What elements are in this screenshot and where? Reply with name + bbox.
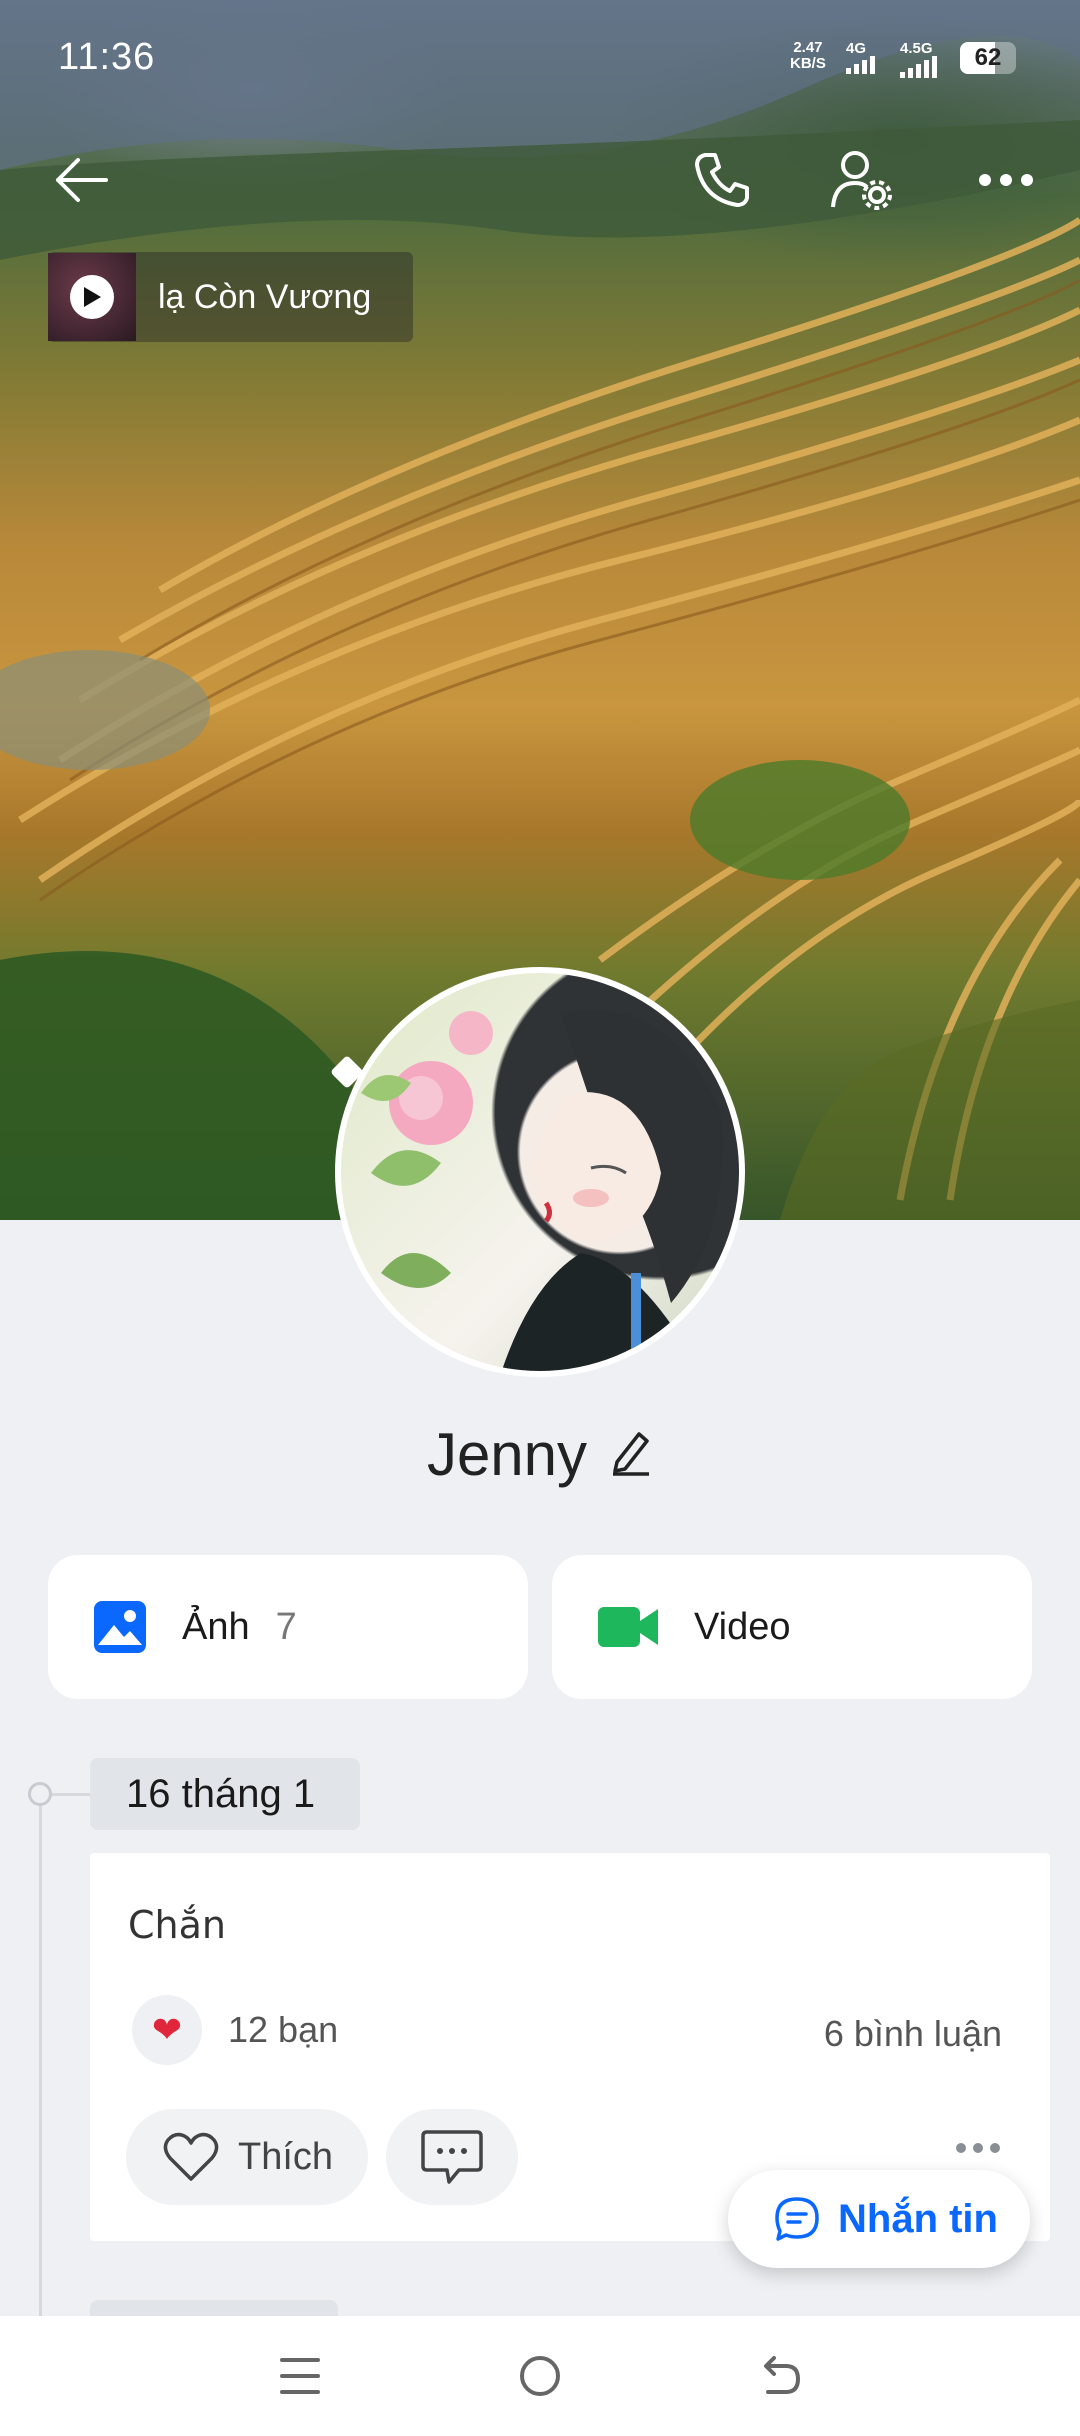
profile-settings-button[interactable] xyxy=(822,140,902,220)
status-time: 11:36 xyxy=(58,36,156,78)
home-circle-icon xyxy=(520,2356,560,2396)
heart-outline-icon xyxy=(163,2132,219,2181)
photo-icon xyxy=(94,1601,146,1653)
video-camera-icon xyxy=(598,1607,658,1647)
status-bar: 11:36 2.47 KB/S 4G 4.5G 62 xyxy=(0,0,1080,110)
user-settings-icon xyxy=(831,151,892,210)
timeline-dot xyxy=(28,1782,52,1806)
photos-count: 7 xyxy=(275,1605,297,1648)
more-icon xyxy=(979,174,1033,186)
system-back-button[interactable] xyxy=(735,2331,825,2421)
like-label: Thích xyxy=(238,2135,334,2178)
system-nav-bar xyxy=(0,2316,1080,2436)
recent-apps-button[interactable] xyxy=(255,2331,345,2421)
pencil-icon xyxy=(613,1432,650,1476)
battery-level: 62 xyxy=(974,44,1002,71)
chat-icon xyxy=(775,2197,819,2241)
reaction-count: 12 bạn xyxy=(228,2009,339,2050)
home-button[interactable] xyxy=(495,2331,585,2421)
message-button[interactable]: Nhắn tin xyxy=(728,2170,1030,2268)
comment-button[interactable] xyxy=(386,2109,518,2205)
comment-icon xyxy=(421,2130,483,2184)
photos-label: Ảnh xyxy=(182,1605,250,1648)
edit-name-button[interactable] xyxy=(609,1428,653,1481)
back-button[interactable] xyxy=(42,140,122,220)
profile-music[interactable]: lạ Còn Vương xyxy=(48,252,413,342)
comment-count[interactable]: 6 bình luận xyxy=(824,2013,1002,2055)
return-icon xyxy=(764,2356,801,2394)
signal-2-bars-icon xyxy=(900,56,937,78)
play-icon[interactable] xyxy=(70,275,114,319)
post-text: Chắn xyxy=(128,1903,226,1947)
music-thumbnail xyxy=(48,253,136,341)
video-label: Video xyxy=(694,1605,791,1648)
like-button[interactable]: Thích xyxy=(126,2109,368,2205)
signal-2-label: 4.5G xyxy=(900,40,933,57)
avatar[interactable] xyxy=(335,967,745,1377)
phone-icon xyxy=(695,153,749,207)
message-label: Nhắn tin xyxy=(838,2196,998,2241)
battery-icon: 62 xyxy=(960,42,1016,74)
network-speed-unit: KB/S xyxy=(790,55,826,72)
back-arrow-icon xyxy=(56,158,108,202)
video-card[interactable]: Video xyxy=(552,1555,1032,1699)
music-title: lạ Còn Vương xyxy=(158,277,372,316)
call-button[interactable] xyxy=(682,140,762,220)
avatar-illustration xyxy=(361,1010,723,1371)
more-button[interactable] xyxy=(966,140,1046,220)
timeline-date: 16 tháng 1 xyxy=(90,1758,360,1830)
network-speed-value: 2.47 xyxy=(793,39,823,56)
post-reactions[interactable]: ❤ 12 bạn xyxy=(132,1995,338,2065)
profile-name-row: Jenny xyxy=(0,1420,1080,1489)
profile-name: Jenny xyxy=(426,1421,588,1488)
signal-1-label: 4G xyxy=(846,40,867,57)
signal-1-bars-icon xyxy=(846,56,875,74)
timeline-connector xyxy=(52,1793,92,1796)
heart-reaction-icon: ❤ xyxy=(132,1995,202,2065)
menu-icon xyxy=(280,2358,320,2394)
photos-card[interactable]: Ảnh 7 xyxy=(48,1555,528,1699)
post-more-icon[interactable] xyxy=(956,2143,1000,2153)
network-speed: 2.47 KB/S xyxy=(790,40,826,72)
timeline-line xyxy=(39,1806,42,2326)
